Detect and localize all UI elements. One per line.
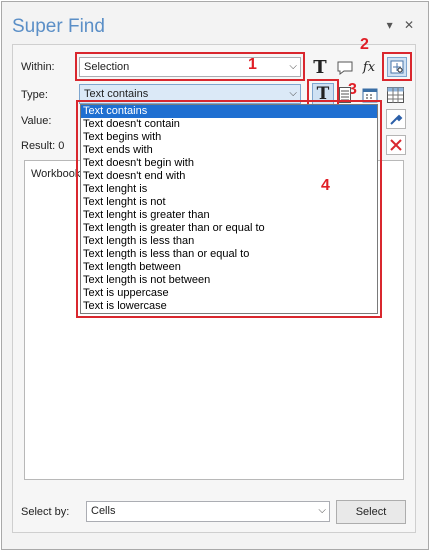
- select-by-label: Select by:: [21, 506, 70, 518]
- annotation-2: 2: [360, 36, 369, 53]
- highlight-box-1: [75, 52, 305, 81]
- select-by-select[interactable]: Cells ⌵: [86, 501, 330, 522]
- within-label: Within:: [21, 61, 55, 73]
- results-tree-item[interactable]: Workbook: [31, 168, 80, 180]
- highlight-box-4: [76, 100, 382, 318]
- chevron-down-icon: ⌵: [318, 505, 326, 516]
- result-label: Result: 0: [21, 140, 65, 152]
- value-label: Value:: [21, 115, 52, 127]
- annotation-4: 4: [321, 177, 330, 194]
- select-by-value: Cells: [91, 505, 116, 517]
- eyedropper-icon[interactable]: [386, 109, 406, 129]
- table-icon[interactable]: [386, 86, 404, 104]
- annotation-1: 1: [248, 56, 257, 73]
- select-button[interactable]: Select: [336, 500, 406, 524]
- type-label: Type:: [21, 89, 48, 101]
- formula-icon[interactable]: fx: [360, 58, 378, 76]
- title-buttons: ▾ ✕: [379, 18, 414, 32]
- type-value: Text contains: [84, 88, 149, 100]
- close-icon[interactable]: ✕: [404, 18, 414, 32]
- pane-title: Super Find: [12, 16, 105, 37]
- highlight-box-2: [382, 52, 412, 81]
- comment-icon[interactable]: [336, 59, 354, 77]
- text-type-icon[interactable]: T: [311, 57, 329, 78]
- clear-icon[interactable]: [386, 135, 406, 155]
- pin-dropdown-icon[interactable]: ▾: [387, 18, 393, 32]
